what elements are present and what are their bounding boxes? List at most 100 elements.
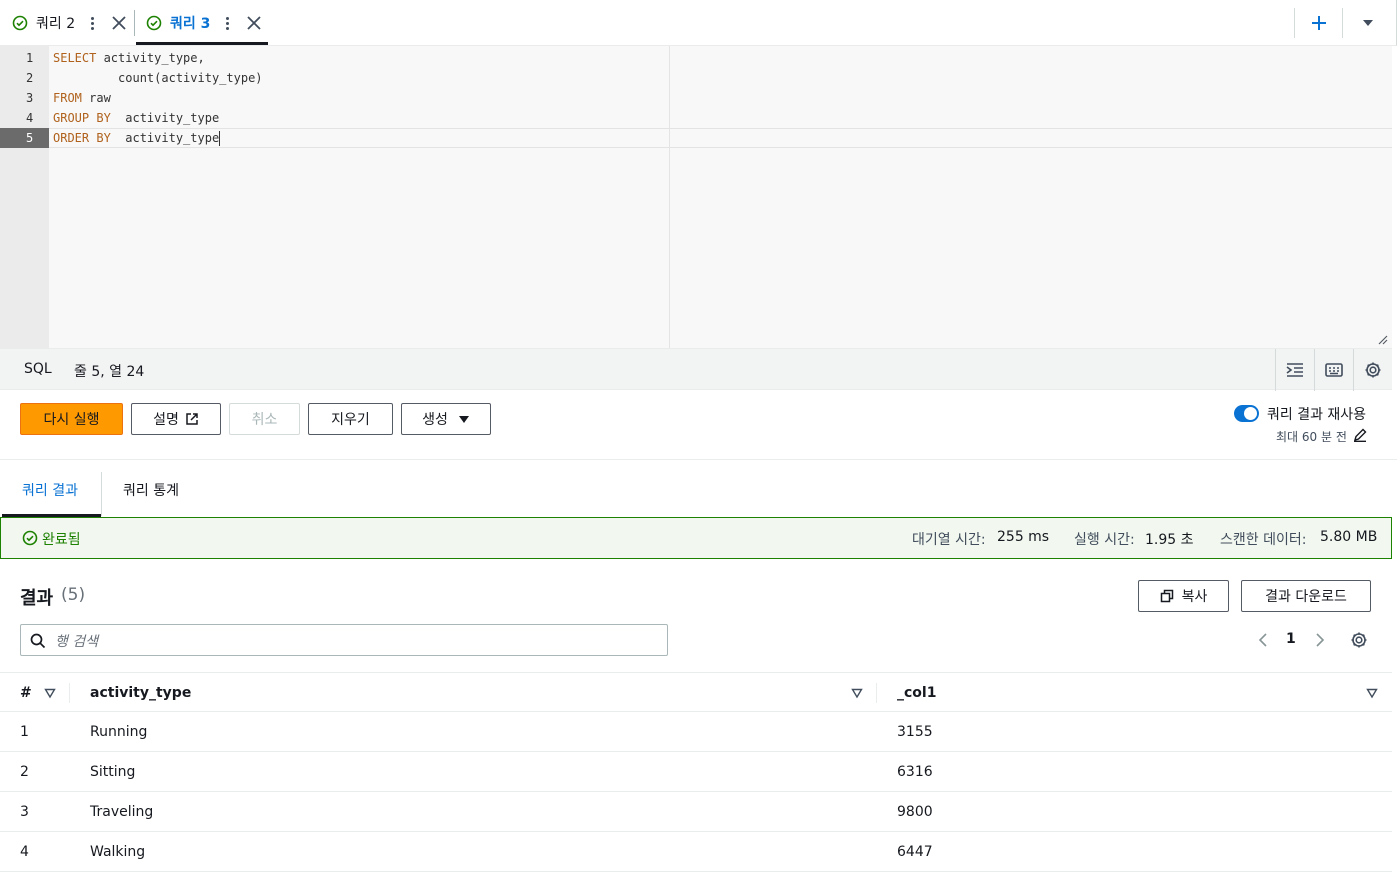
column-header-index[interactable]: # (20, 685, 32, 701)
sql-text: activity_type (110, 131, 220, 145)
resize-handle-icon[interactable] (1376, 333, 1388, 345)
queue-time-label: 대기열 시간: (912, 532, 986, 548)
cancel-label: 취소 (251, 412, 278, 428)
keyboard-icon[interactable] (1324, 360, 1344, 380)
toolbar-divider (1342, 8, 1343, 38)
tab-menu-icon[interactable] (222, 16, 232, 30)
tab-query-results[interactable]: 쿼리 결과 (22, 480, 78, 500)
statusbar-divider (1275, 349, 1276, 391)
toolbar-divider (1294, 8, 1295, 38)
sort-caret-icon[interactable] (851, 687, 863, 699)
queue-time-value: 255 ms (997, 529, 1050, 545)
query-status-banner: 완료됨 대기열 시간: 255 ms 실행 시간: 1.95 초 스캔한 데이터… (0, 517, 1392, 559)
sql-keyword: ORDER BY (53, 131, 111, 145)
column-divider (69, 683, 70, 703)
current-page-number[interactable]: 1 (1286, 631, 1296, 647)
line-number: 2 (26, 71, 34, 85)
clear-button[interactable]: 지우기 (308, 403, 393, 435)
code-line[interactable]: ORDER BY activity_type (53, 128, 221, 148)
scanned-data-value: 5.80 MB (1320, 529, 1378, 545)
explain-button[interactable]: 설명 (131, 403, 221, 435)
add-tab-icon[interactable] (1309, 13, 1329, 33)
search-icon (30, 633, 46, 649)
sql-text: activity_type (110, 111, 220, 125)
tab-label: 쿼리 2 (36, 16, 76, 32)
sql-text: raw (81, 91, 111, 105)
tab-label: 쿼리 3 (170, 16, 211, 32)
explain-label: 설명 (153, 412, 179, 428)
rerun-button[interactable]: 다시 실행 (20, 403, 123, 435)
table-row[interactable]: 3 Traveling 9800 (0, 792, 1392, 832)
status-text: 완료됨 (42, 532, 81, 548)
external-link-icon (186, 413, 198, 425)
sql-text: activity_type, (96, 51, 205, 65)
sql-keyword: GROUP BY (53, 111, 111, 125)
check-circle-icon (22, 530, 38, 546)
sql-text: count(activity_type) (53, 71, 263, 85)
current-line-highlight (49, 128, 1392, 148)
tab-query-stats[interactable]: 쿼리 통계 (123, 480, 179, 500)
statusbar-divider (1353, 349, 1354, 391)
cell-activity-type: Sitting (90, 764, 136, 780)
tab-query-3[interactable]: 쿼리 3 (146, 0, 262, 46)
table-row[interactable]: 1 Running 3155 (0, 712, 1392, 752)
line-number: 4 (26, 111, 34, 125)
cell-index: 4 (20, 844, 29, 860)
tab-query-2[interactable]: 쿼리 2 (12, 0, 127, 46)
line-number: 3 (26, 91, 34, 105)
print-margin (669, 46, 670, 348)
row-search-input[interactable]: 행 검색 (20, 624, 668, 656)
cursor-position: 줄 5, 열 24 (74, 364, 145, 380)
code-line[interactable]: SELECT activity_type, (53, 48, 205, 68)
close-icon[interactable] (246, 15, 262, 31)
statusbar-divider (1314, 349, 1315, 391)
rerun-label: 다시 실행 (43, 412, 100, 428)
text-cursor (219, 131, 221, 146)
code-line[interactable]: FROM raw (53, 88, 111, 108)
cell-col1: 6316 (897, 764, 933, 780)
tab-divider (134, 10, 135, 36)
column-header-activity-type[interactable]: activity_type (90, 685, 191, 701)
reuse-results-age: 최대 60 분 전 (1276, 430, 1347, 444)
tab-menu-icon[interactable] (87, 16, 97, 30)
reuse-results-toggle[interactable] (1234, 405, 1259, 422)
tab-divider (101, 472, 102, 516)
sql-editor[interactable]: 1 SELECT activity_type, 2 count(activity… (0, 46, 1392, 348)
cell-col1: 6447 (897, 844, 933, 860)
copy-icon (1160, 589, 1173, 603)
check-circle-icon (12, 15, 28, 31)
language-label: SQL (24, 361, 52, 377)
sql-keyword: SELECT (53, 51, 97, 65)
cell-index: 1 (20, 724, 29, 740)
format-query-icon[interactable] (1285, 360, 1305, 380)
check-circle-icon (146, 15, 162, 31)
cell-activity-type: Walking (90, 844, 146, 860)
exec-time-label: 실행 시간: (1074, 532, 1135, 548)
cell-activity-type: Traveling (90, 804, 154, 820)
cell-col1: 9800 (897, 804, 933, 820)
table-row[interactable]: 2 Sitting 6316 (0, 752, 1392, 792)
settings-gear-icon[interactable] (1363, 360, 1383, 380)
sort-caret-icon[interactable] (44, 687, 56, 699)
code-line[interactable]: count(activity_type) (53, 68, 263, 88)
sql-keyword: FROM (53, 91, 82, 105)
chevron-left-icon[interactable] (1256, 632, 1272, 648)
exec-time-value: 1.95 초 (1145, 532, 1194, 548)
table-row[interactable]: 4 Walking 6447 (0, 832, 1392, 872)
copy-label: 복사 (1181, 589, 1208, 605)
cancel-button[interactable]: 취소 (229, 403, 300, 435)
edit-pencil-icon[interactable] (1353, 428, 1367, 442)
reuse-results-label: 쿼리 결과 재사용 (1267, 407, 1367, 423)
table-settings-gear-icon[interactable] (1349, 630, 1369, 650)
copy-button[interactable]: 복사 (1138, 580, 1229, 612)
download-results-button[interactable]: 결과 다운로드 (1241, 580, 1371, 612)
column-header-col1[interactable]: _col1 (897, 685, 936, 701)
caret-down-icon[interactable] (1358, 13, 1378, 33)
close-icon[interactable] (111, 15, 127, 31)
chevron-right-icon[interactable] (1311, 632, 1327, 648)
sort-caret-icon[interactable] (1366, 687, 1378, 699)
generate-dropdown-button[interactable]: 생성 (401, 403, 491, 435)
cell-index: 2 (20, 764, 29, 780)
code-line[interactable]: GROUP BY activity_type (53, 108, 219, 128)
line-number: 1 (26, 51, 34, 65)
